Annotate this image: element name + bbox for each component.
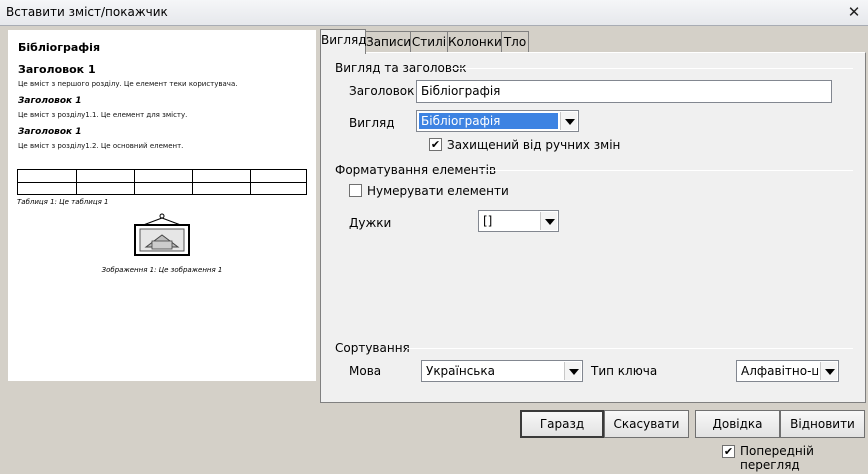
preview-checkbox[interactable]: ✔ — [722, 445, 735, 458]
title-label: Заголовок — [349, 84, 415, 98]
preview-text-1: Це вміст з першого розділу. Це елемент т… — [18, 80, 238, 88]
tab-styles[interactable]: Стилі — [410, 31, 448, 53]
preview-heading-1: Заголовок 1 — [18, 63, 96, 76]
dialog-body: Бібліографія Заголовок 1 Це вміст з перш… — [0, 26, 868, 474]
key-type-select[interactable]: Алфавітно-циф — [736, 360, 839, 382]
key-type-label: Тип ключа — [591, 364, 658, 378]
reset-button[interactable]: Відновити — [780, 410, 865, 438]
preview-table-caption: Таблиця 1: Це таблиця 1 — [17, 198, 109, 206]
language-select[interactable]: Українська — [421, 360, 583, 382]
type-label: Вигляд — [349, 116, 395, 130]
cancel-button[interactable]: Скасувати — [604, 410, 689, 438]
section-sort-label: Сортування — [335, 341, 410, 355]
language-label: Мова — [349, 364, 382, 378]
section-format-label: Форматування елементів — [335, 163, 497, 177]
preview-heading-1-1: Заголовок 1 — [18, 96, 82, 106]
tab-view[interactable]: Вигляд — [320, 29, 367, 54]
ok-button[interactable]: Гаразд — [520, 410, 604, 438]
protected-label: Захищений від ручних змін — [447, 138, 621, 152]
language-select-value: Українська — [426, 364, 495, 378]
chevron-down-icon[interactable] — [564, 362, 581, 380]
tab-entries[interactable]: Записи — [365, 31, 411, 53]
title-input[interactable]: Бібліографія — [416, 80, 832, 103]
window-title: Вставити зміст/покажчик — [6, 5, 168, 19]
brackets-select[interactable]: [] — [478, 210, 559, 232]
chevron-down-icon[interactable] — [540, 212, 557, 230]
tab-columns[interactable]: Колонки — [447, 31, 502, 53]
picture-frame-icon — [134, 213, 190, 256]
tab-background[interactable]: Тло — [501, 31, 529, 53]
protected-checkbox[interactable]: ✔ — [429, 138, 442, 151]
brackets-select-value: [] — [483, 214, 493, 228]
brackets-label: Дужки — [349, 216, 392, 230]
preview-text-1-1: Це вміст з розділу1.1. Це елемент для зм… — [18, 111, 188, 119]
number-entries-label: Нумерувати елементи — [367, 184, 509, 198]
type-select-value: Бібліографія — [419, 113, 558, 129]
preview-table — [17, 169, 307, 195]
title-bar: Вставити зміст/покажчик ✕ — [0, 0, 868, 26]
preview-heading-1-2: Заголовок 1 — [18, 127, 82, 137]
preview-text-1-2: Це вміст з розділу1.2. Це основний елеме… — [18, 142, 184, 150]
preview-panel: Бібліографія Заголовок 1 Це вміст з перш… — [8, 30, 316, 381]
key-type-select-value: Алфавітно-циф — [741, 364, 818, 378]
section-type-title-label: Вигляд та заголовок — [335, 61, 467, 75]
number-entries-checkbox[interactable] — [349, 184, 362, 197]
preview-image-caption: Зображення 1: Це зображення 1 — [101, 266, 223, 274]
chevron-down-icon[interactable] — [560, 112, 577, 130]
help-button[interactable]: Довідка — [695, 410, 780, 438]
chevron-down-icon[interactable] — [820, 362, 837, 380]
preview-title: Бібліографія — [18, 41, 101, 54]
type-select[interactable]: Бібліографія — [416, 110, 579, 132]
preview-checkbox-label: Попередній перегляд — [740, 444, 814, 472]
close-icon[interactable]: ✕ — [846, 4, 862, 20]
tab-page-view: Вигляд та заголовок Заголовок Бібліограф… — [320, 52, 866, 403]
